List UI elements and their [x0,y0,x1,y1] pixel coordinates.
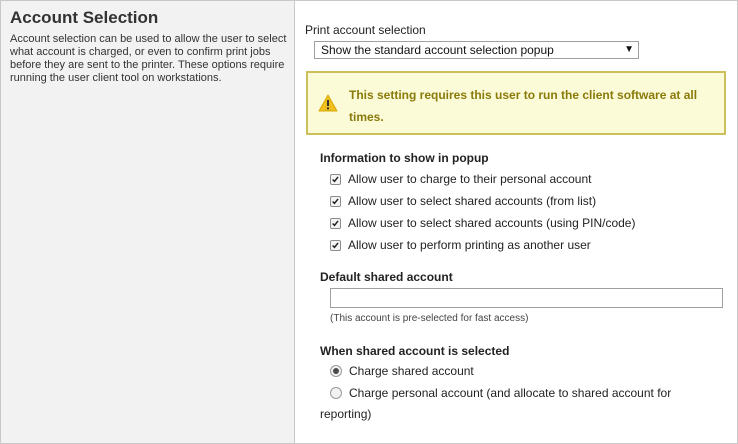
section-title: Account Selection [10,8,159,27]
settings-panel: Account Selection Account selection can … [0,0,738,444]
print-account-selection-label: Print account selection [305,23,426,37]
option-label: Charge personal account (and allocate to… [349,386,672,400]
default-shared-account-hint: (This account is pre-selected for fast a… [330,313,529,324]
warning-message: This setting requires this user to run t… [349,88,698,124]
print-account-selection-value: Show the standard account selection popu… [321,43,554,57]
radio-charge-personal-account[interactable] [330,387,342,399]
option-label: Allow user to perform printing as anothe… [348,238,591,252]
section-description: Account selection can be used to allow t… [10,33,287,84]
print-account-selection-dropdown[interactable]: Show the standard account selection popu… [314,41,639,59]
section-sidebar: Account Selection Account selection can … [1,1,295,443]
warning-triangle-icon [318,94,338,112]
option-select-shared-pin[interactable]: Allow user to select shared accounts (us… [330,215,635,231]
option-print-as-other-user[interactable]: Allow user to perform printing as anothe… [330,237,591,253]
option-charge-shared-account[interactable]: Charge shared account [330,364,474,378]
radio-charge-shared-account[interactable] [330,365,342,377]
option-label: Allow user to charge to their personal a… [348,172,592,186]
checkbox-select-shared-pin[interactable] [330,217,341,229]
option-label: Allow user to select shared accounts (fr… [348,194,597,208]
settings-form: Print account selection Show the standar… [295,1,737,443]
option-select-shared-list[interactable]: Allow user to select shared accounts (fr… [330,193,596,209]
when-shared-selected-heading: When shared account is selected [320,344,510,358]
option-label: Charge shared account [349,364,474,378]
default-shared-account-heading: Default shared account [320,270,453,284]
checkmark-icon [332,242,339,248]
checkmark-icon [332,220,339,226]
option-label: Allow user to select shared accounts (us… [348,216,636,230]
checkbox-select-shared-list[interactable] [330,195,341,207]
client-software-warning: This setting requires this user to run t… [306,71,726,135]
option-label-continuation: reporting) [320,407,372,421]
default-shared-account-input[interactable] [330,288,723,308]
option-charge-personal[interactable]: Allow user to charge to their personal a… [330,171,591,187]
dropdown-arrow-icon: ▼ [624,44,634,55]
checkbox-print-as-other-user[interactable] [330,239,341,251]
checkbox-charge-personal[interactable] [330,173,341,185]
popup-info-heading: Information to show in popup [320,151,489,165]
option-charge-personal-account[interactable]: Charge personal account (and allocate to… [330,386,671,400]
checkmark-icon [332,176,339,182]
checkmark-icon [332,198,339,204]
